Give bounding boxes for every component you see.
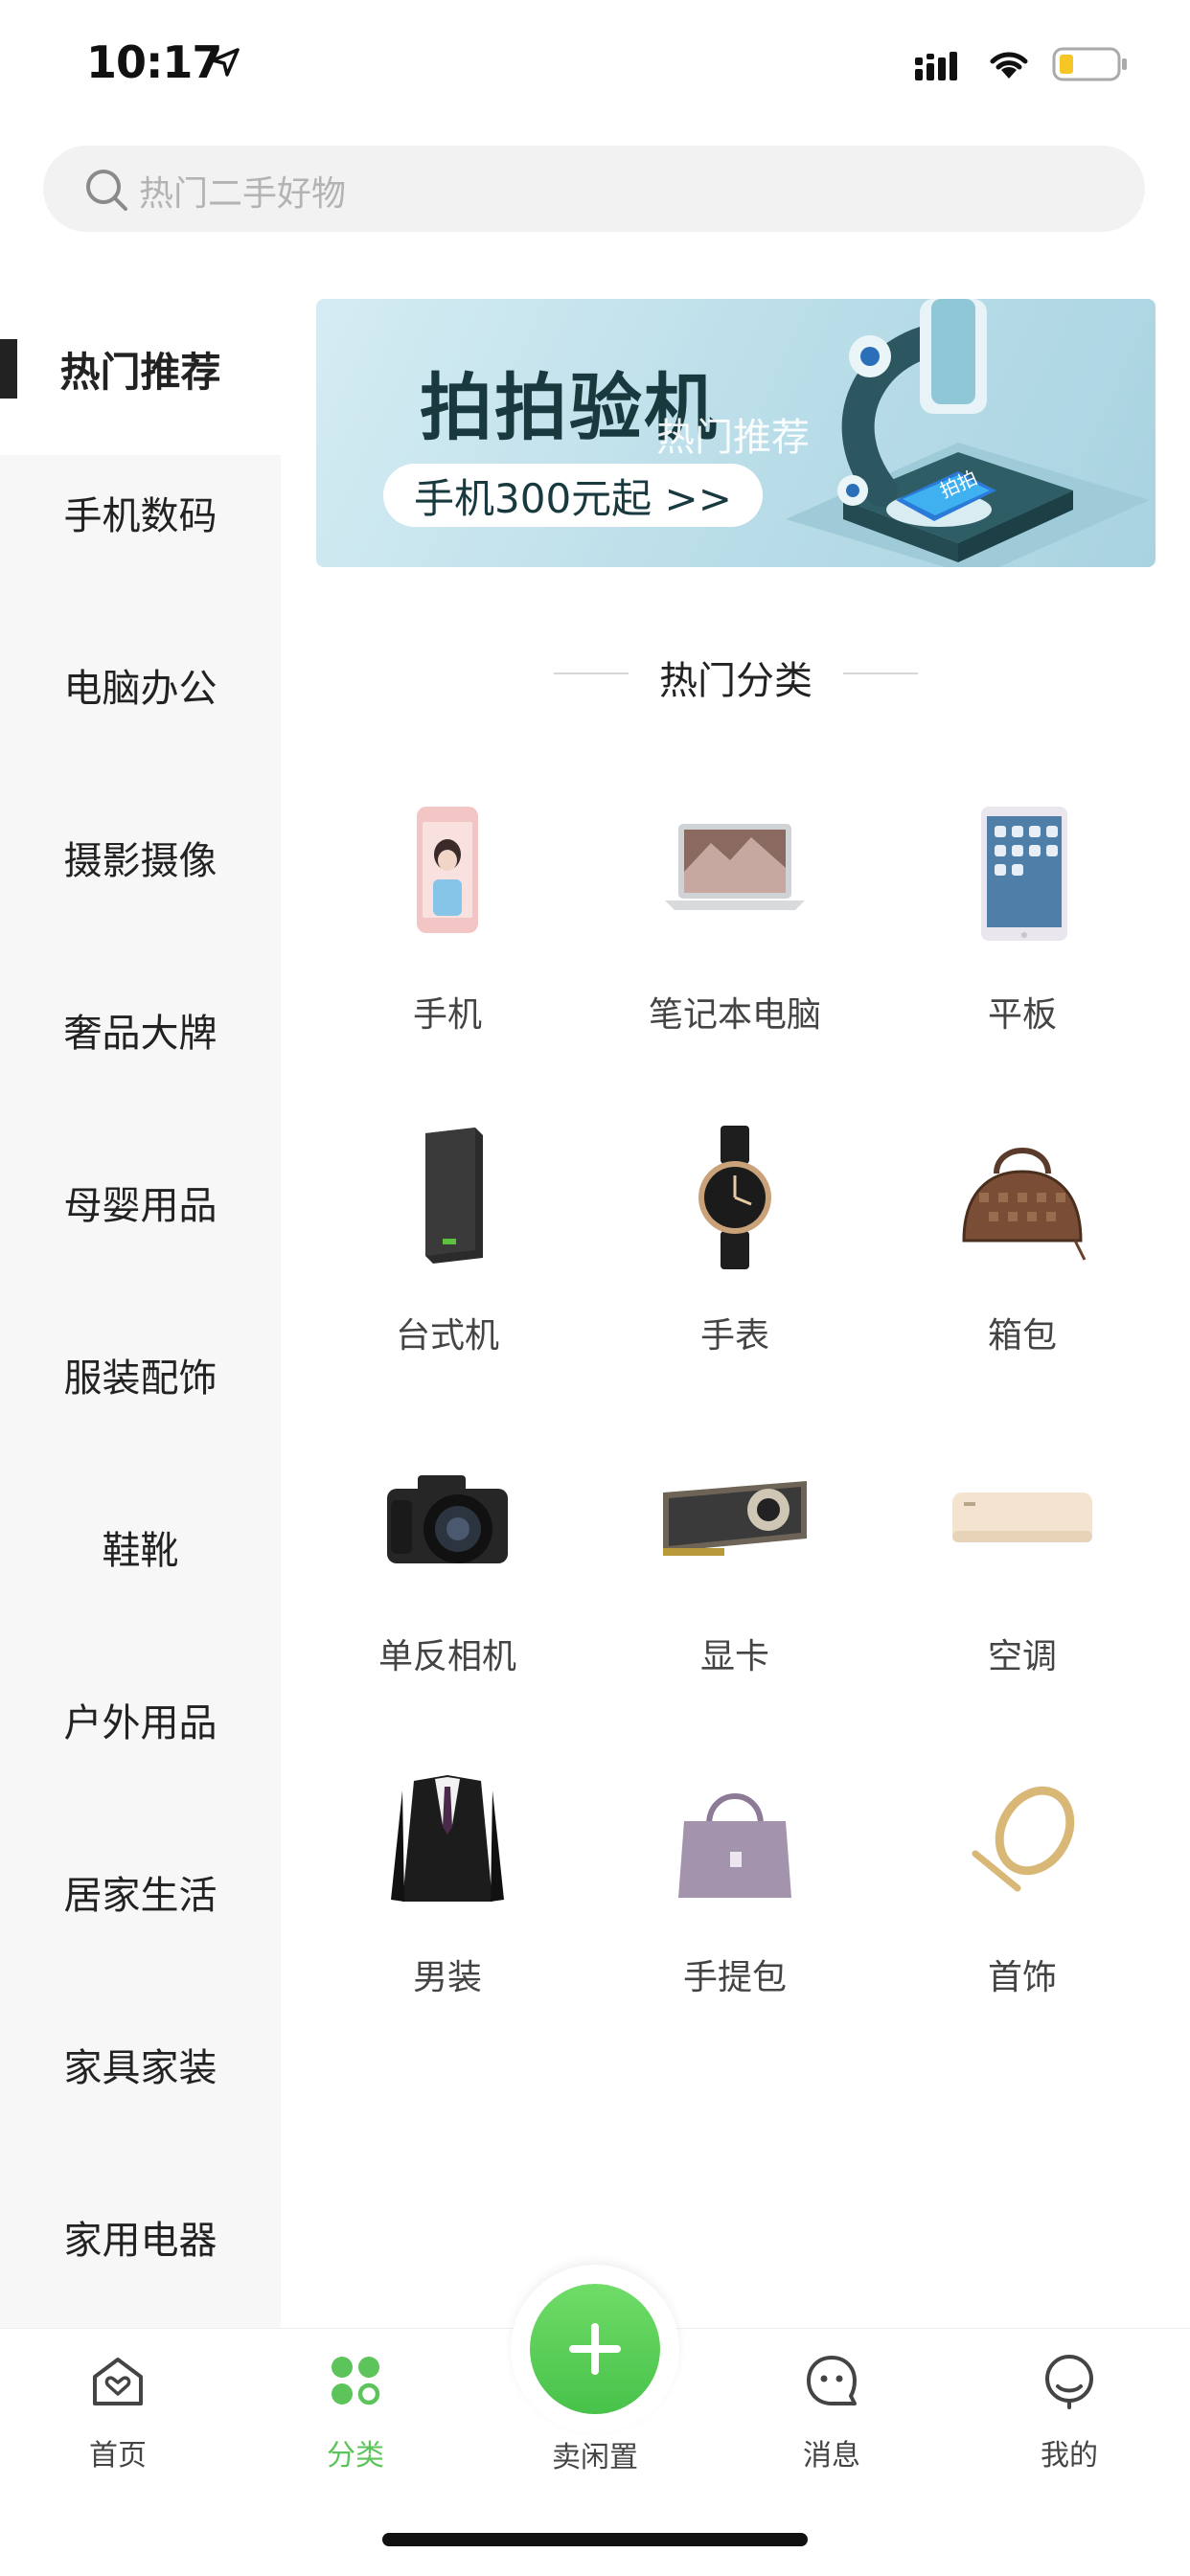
sidebar-item-home-living[interactable]: 居家生活 (0, 1806, 281, 1978)
profile-face-icon (1045, 2355, 1093, 2409)
search-icon (86, 170, 127, 211)
message-bubble-icon (807, 2356, 857, 2405)
camera-icon (387, 1475, 508, 1563)
location-arrow-icon (211, 48, 240, 77)
category-grid-icon (332, 2357, 380, 2405)
sidebar-item-label: 手机数码 (63, 494, 217, 538)
status-bar: 10:17 (0, 0, 1190, 129)
category-label: 手表 (699, 1316, 769, 1356)
tab-label: 首页 (89, 2439, 147, 2473)
home-indicator[interactable] (382, 2533, 808, 2546)
banner-overlay-label: 热门推荐 (656, 416, 810, 460)
graphics-card-icon (663, 1481, 807, 1556)
category-phone[interactable]: 手机 (304, 805, 591, 1092)
category-laptop[interactable]: 笔记本电脑 (591, 805, 879, 1092)
tablet-icon (981, 807, 1067, 941)
sidebar-item-label: 热门推荐 (59, 348, 221, 396)
desktop-icon (425, 1128, 483, 1264)
suit-icon (391, 1775, 504, 1902)
search-bar[interactable]: 热门二手好物 (43, 146, 1145, 232)
sidebar-item-label: 服装配饰 (63, 1356, 217, 1401)
phone-icon (417, 807, 478, 933)
tab-label: 分类 (327, 2439, 384, 2473)
category-desktop[interactable]: 台式机 (304, 1126, 591, 1413)
cellular-signal-icon (915, 52, 957, 80)
sidebar-item-outdoor[interactable]: 户外用品 (0, 1633, 281, 1806)
search-placeholder: 热门二手好物 (139, 174, 347, 214)
category-label: 显卡 (699, 1637, 769, 1676)
laptop-icon (665, 824, 805, 910)
category-dslr[interactable]: 单反相机 (304, 1447, 591, 1734)
sidebar-item-shoes[interactable]: 鞋靴 (0, 1461, 281, 1633)
category-label: 手机 (412, 995, 482, 1035)
category-label: 男装 (412, 1958, 482, 1997)
sidebar-item-luxury[interactable]: 奢品大牌 (0, 944, 281, 1116)
category-watch[interactable]: 手表 (591, 1126, 879, 1413)
home-icon (93, 2358, 143, 2405)
sidebar-item-label: 母婴用品 (63, 1184, 217, 1228)
tab-home[interactable]: 首页 (41, 2352, 195, 2476)
sidebar-item-label: 奢品大牌 (63, 1012, 217, 1056)
sidebar-item-appliances[interactable]: 家用电器 (0, 2151, 281, 2323)
tab-category[interactable]: 分类 (279, 2352, 432, 2476)
sidebar-item-baby[interactable]: 母婴用品 (0, 1116, 281, 1288)
battery-icon (1052, 47, 1127, 81)
section-title: 热门分类 (659, 659, 812, 703)
watch-icon (698, 1126, 771, 1269)
tab-label: 我的 (1041, 2439, 1098, 2473)
sidebar-item-furniture[interactable]: 家具家装 (0, 1978, 281, 2151)
bracelet-icon (972, 1786, 1075, 1892)
category-label: 平板 (987, 995, 1057, 1035)
microscope-illustration-icon: 拍拍 (786, 299, 1150, 567)
sidebar-item-label: 电脑办公 (63, 667, 217, 711)
handbag-icon (962, 1148, 1087, 1261)
sidebar-item-phones[interactable]: 手机数码 (0, 426, 281, 599)
category-label: 手提包 (682, 1958, 787, 1997)
air-conditioner-icon (952, 1493, 1092, 1542)
category-jewelry[interactable]: 首饰 (879, 1767, 1166, 2055)
category-ac[interactable]: 空调 (879, 1447, 1166, 1734)
category-luggage[interactable]: 箱包 (879, 1126, 1166, 1413)
category-gpu[interactable]: 显卡 (591, 1447, 879, 1734)
tab-mine[interactable]: 我的 (993, 2352, 1146, 2476)
sidebar-item-computers[interactable]: 电脑办公 (0, 599, 281, 771)
category-tote[interactable]: 手提包 (591, 1767, 879, 2055)
tote-bag-icon (678, 1793, 791, 1898)
category-label: 单反相机 (378, 1637, 516, 1676)
sidebar-item-label: 家用电器 (63, 2219, 217, 2263)
plus-icon-vertical (591, 2323, 599, 2375)
category-label: 台式机 (395, 1316, 499, 1356)
category-label: 笔记本电脑 (648, 995, 821, 1035)
sidebar-item-photography[interactable]: 摄影摄像 (0, 771, 281, 944)
promo-banner[interactable]: 拍拍 拍拍验机 热门推荐 手机300元起 >> (316, 299, 1156, 567)
sidebar-item-label: 摄影摄像 (63, 839, 217, 883)
sidebar-item-apparel[interactable]: 服装配饰 (0, 1288, 281, 1461)
category-label: 箱包 (987, 1316, 1057, 1356)
sell-label[interactable]: 卖闲置 (499, 2433, 691, 2475)
banner-pill: 手机300元起 >> (383, 464, 763, 527)
category-tablet[interactable]: 平板 (879, 805, 1166, 1092)
active-indicator (0, 339, 17, 399)
section-header: 热门分类 (316, 644, 1156, 703)
sidebar-item-label: 家具家装 (63, 2046, 217, 2090)
sidebar-item-label: 鞋靴 (102, 1529, 179, 1573)
category-menswear[interactable]: 男装 (304, 1767, 591, 2055)
sidebar-item-label: 户外用品 (63, 1701, 217, 1745)
category-label: 首饰 (987, 1958, 1057, 1997)
tab-label: 消息 (803, 2439, 860, 2473)
category-label: 空调 (987, 1637, 1057, 1676)
category-sidebar: 热门推荐 手机数码 电脑办公 摄影摄像 奢品大牌 母婴用品 服装配饰 鞋靴 户外… (0, 283, 281, 2328)
status-time: 10:17 (86, 36, 222, 88)
wifi-icon (990, 52, 1028, 79)
section-divider-right (843, 672, 918, 674)
tab-messages[interactable]: 消息 (755, 2352, 908, 2476)
sidebar-item-label: 居家生活 (63, 1874, 217, 1918)
